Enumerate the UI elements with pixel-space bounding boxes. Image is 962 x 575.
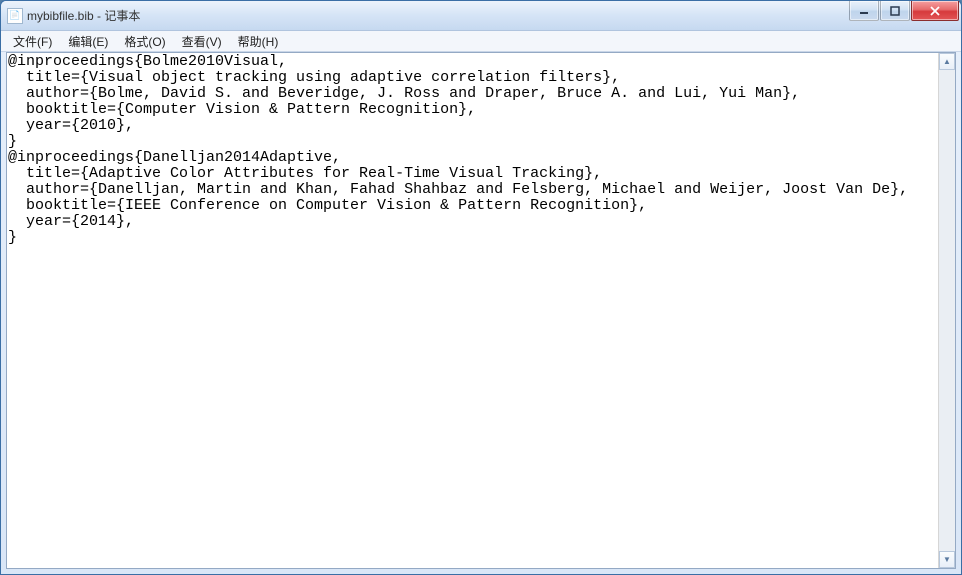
scroll-track[interactable] <box>939 70 955 551</box>
close-icon <box>929 6 941 16</box>
menu-help[interactable]: 帮助(H) <box>230 31 287 52</box>
text-editor[interactable]: @inproceedings{Bolme2010Visual, title={V… <box>7 53 938 568</box>
chevron-up-icon: ▲ <box>943 57 951 66</box>
window-title: mybibfile.bib - 记事本 <box>27 7 848 24</box>
minimize-icon <box>859 6 869 16</box>
titlebar[interactable]: 📄 mybibfile.bib - 记事本 <box>1 1 961 31</box>
notepad-app-icon: 📄 <box>7 8 23 24</box>
maximize-icon <box>890 6 900 16</box>
vertical-scrollbar[interactable]: ▲ ▼ <box>938 53 955 568</box>
scroll-down-button[interactable]: ▼ <box>939 551 955 568</box>
chevron-down-icon: ▼ <box>943 555 951 564</box>
menu-edit[interactable]: 编辑(E) <box>60 31 116 52</box>
minimize-button[interactable] <box>849 1 879 21</box>
menu-view[interactable]: 查看(V) <box>174 31 230 52</box>
menu-file[interactable]: 文件(F) <box>5 31 60 52</box>
menu-format[interactable]: 格式(O) <box>116 31 173 52</box>
scroll-up-button[interactable]: ▲ <box>939 53 955 70</box>
close-button[interactable] <box>911 1 959 21</box>
window-controls <box>848 1 959 23</box>
menubar: 文件(F) 编辑(E) 格式(O) 查看(V) 帮助(H) <box>1 31 961 52</box>
maximize-button[interactable] <box>880 1 910 21</box>
notepad-window: 📄 mybibfile.bib - 记事本 文件(F) 编辑(E) 格式(O) … <box>0 0 962 575</box>
content-area: @inproceedings{Bolme2010Visual, title={V… <box>6 52 956 569</box>
